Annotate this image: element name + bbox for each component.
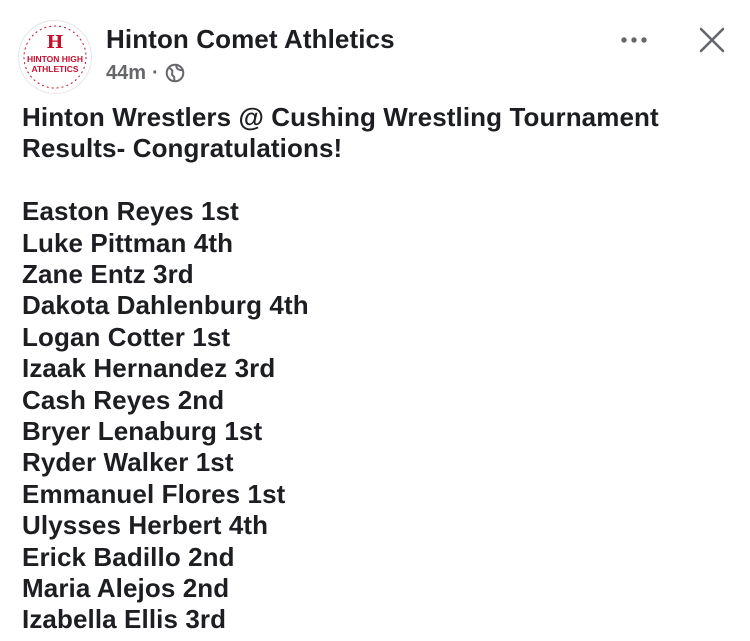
result-item: Ryder Walker 1st (22, 447, 234, 478)
result-item: Izaak Hernandez 3rd (22, 353, 276, 384)
post-text: Hinton Wrestlers @ Cushing Wrestling Tou… (22, 102, 722, 636)
close-icon (699, 27, 725, 53)
post-header: H HINTON HIGH ATHLETICS Hinton Comet Ath… (0, 0, 750, 100)
post-meta: 44m · (106, 60, 185, 86)
logo-line-1: HINTON HIGH (27, 54, 83, 64)
result-item: Bryer Lenaburg 1st (22, 416, 263, 447)
result-item: Zane Entz 3rd (22, 259, 194, 290)
close-button[interactable] (690, 18, 734, 62)
result-item: Erick Badillo 2nd (22, 541, 235, 572)
page-name[interactable]: Hinton Comet Athletics (106, 24, 395, 55)
logo-line-2: ATHLETICS (31, 64, 78, 74)
meta-separator: · (152, 61, 159, 84)
post-timestamp[interactable]: 44m (106, 62, 146, 85)
post-headline-line-2: Results- Congratulations! (22, 133, 343, 164)
logo-letter: H (46, 32, 63, 53)
result-item: Izabella Ellis 3rd (22, 604, 227, 635)
globe-icon[interactable] (165, 63, 185, 83)
more-options-button[interactable] (612, 22, 656, 58)
result-item: Maria Alejos 2nd (22, 573, 230, 604)
hinton-logo-icon: H HINTON HIGH ATHLETICS (20, 22, 90, 92)
result-item: Easton Reyes 1st (22, 196, 239, 227)
more-horizontal-icon (621, 37, 647, 43)
post-headline-line-1: Hinton Wrestlers @ Cushing Wrestling Tou… (22, 102, 659, 132)
result-item: Cash Reyes 2nd (22, 384, 225, 415)
page-avatar[interactable]: H HINTON HIGH ATHLETICS (18, 20, 92, 94)
result-item: Emmanuel Flores 1st (22, 478, 286, 509)
results-list: Easton Reyes 1st Luke Pittman 4th Zane E… (22, 196, 722, 636)
result-item: Ulysses Herbert 4th (22, 510, 269, 541)
result-item: Logan Cotter 1st (22, 321, 231, 352)
result-item: Luke Pittman 4th (22, 227, 234, 258)
result-item: Dakota Dahlenburg 4th (22, 290, 309, 321)
